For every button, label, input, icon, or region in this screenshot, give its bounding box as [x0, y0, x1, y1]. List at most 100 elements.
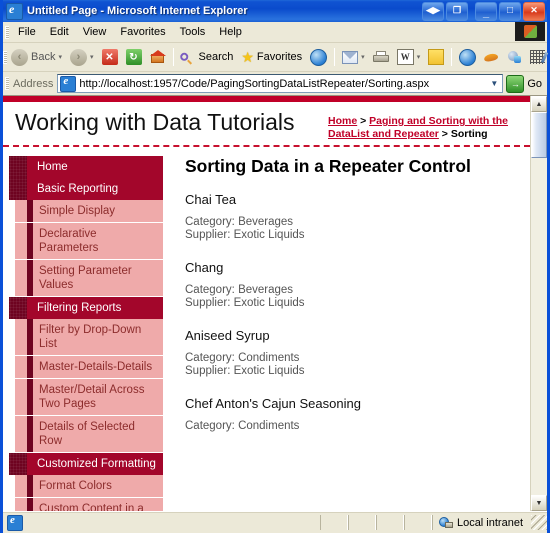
mail-button[interactable]: ▾ — [338, 45, 369, 69]
product-name: Aniseed Syrup — [185, 328, 270, 343]
sidebar-item-setting-parameter-values[interactable]: Setting Parameter Values — [3, 260, 163, 297]
history-button[interactable] — [306, 45, 331, 69]
product-category-value: Beverages — [238, 216, 294, 228]
status-cell-3 — [375, 515, 404, 530]
sidebar-item-filtering-reports[interactable]: Filtering Reports — [9, 297, 163, 319]
stop-button[interactable]: ✕ — [98, 45, 122, 69]
breadcrumb-sep-1: > — [357, 115, 370, 127]
security-zone[interactable]: Local intranet — [431, 515, 529, 530]
minimize-icon: _ — [482, 6, 490, 19]
breadcrumb-sep-2: > — [438, 128, 451, 140]
refresh-button[interactable]: ↻ — [122, 45, 146, 69]
product-meta: Category: Condiments Supplier: Exotic Li… — [185, 352, 516, 378]
resize-grip[interactable] — [531, 515, 547, 530]
product-supplier-label: Supplier: — [185, 297, 231, 309]
close-button[interactable]: ✕ — [523, 1, 545, 21]
printer-icon — [372, 50, 389, 64]
sidebar-group-customized-formatting: Customized Formatting Format Colors Cust… — [3, 453, 163, 511]
forward-dropdown-icon[interactable]: ▾ — [90, 53, 94, 61]
menu-item-edit[interactable]: Edit — [43, 24, 76, 40]
search-icon — [177, 46, 198, 67]
notes-button[interactable] — [424, 45, 448, 69]
sidebar-item-filter-by-drop-down-list[interactable]: Filter by Drop-Down List — [3, 319, 163, 356]
back-label: Back — [31, 51, 56, 63]
menu-item-favorites[interactable]: Favorites — [113, 24, 172, 40]
maximize-button[interactable]: □ — [499, 1, 521, 21]
product-name: Chai Tea — [185, 192, 237, 207]
restore-window-icon: ❐ — [452, 4, 462, 15]
sidebar-item-format-colors[interactable]: Format Colors — [3, 475, 163, 498]
sidebar-item-master-detail-across-two-pages[interactable]: Master/Detail Across Two Pages — [3, 379, 163, 416]
back-button[interactable]: ‹ Back ▾ — [7, 45, 66, 69]
toolbar-separator-2 — [334, 48, 336, 66]
msn-globe-button[interactable] — [455, 45, 480, 69]
product-supplier-value: Exotic Liquids — [233, 297, 305, 309]
msn-button[interactable] — [480, 45, 503, 69]
product-supplier-value: Exotic Liquids — [233, 365, 305, 377]
favorites-label: Favorites — [256, 51, 303, 63]
favorites-button[interactable]: ★ Favorites — [237, 45, 306, 69]
menu-item-help[interactable]: Help — [212, 24, 249, 40]
scroll-up-button[interactable]: ▲ — [531, 96, 547, 112]
menu-item-file[interactable]: File — [11, 24, 43, 40]
vertical-scrollbar[interactable]: ▲ ▼ — [530, 96, 547, 511]
restore-group-button[interactable]: ◀▶ — [422, 1, 444, 21]
sidebar-item-declarative-parameters[interactable]: Declarative Parameters — [3, 223, 163, 260]
page-title: Working with Data Tutorials — [15, 109, 295, 135]
notes-icon — [428, 49, 445, 65]
home-button[interactable] — [146, 45, 170, 69]
address-url-text: http://localhost:1957/Code/PagingSorting… — [79, 77, 430, 90]
discuss-button[interactable] — [526, 45, 549, 69]
go-button[interactable]: → Go — [503, 74, 547, 93]
breadcrumb-link-home[interactable]: Home — [328, 115, 357, 127]
restore-group-icon: ◀▶ — [426, 4, 440, 15]
edit-word-button[interactable]: W ▾ — [393, 45, 425, 69]
ie-logo-icon — [6, 2, 23, 20]
mail-icon — [342, 50, 359, 64]
sidebar-item-basic-reporting[interactable]: Basic Reporting — [9, 178, 163, 200]
browser-window: Untitled Page - Microsoft Internet Explo… — [0, 0, 550, 533]
scrollbar-thumb[interactable] — [531, 112, 547, 158]
product-category-label: Category: — [185, 284, 235, 296]
sidebar-item-simple-display[interactable]: Simple Display — [3, 200, 163, 223]
sidebar-item-home[interactable]: Home — [9, 156, 163, 178]
product-item: Chang Category: Beverages Supplier: Exot… — [185, 260, 516, 310]
scrollbar-track[interactable] — [531, 158, 547, 495]
product-item: Chef Anton's Cajun Seasoning Category: C… — [185, 396, 516, 433]
product-meta: Category: Beverages Supplier: Exotic Liq… — [185, 284, 516, 310]
sidebar-item-master-details-details[interactable]: Master-Details-Details — [3, 356, 163, 379]
menu-bar-grip[interactable] — [3, 22, 11, 42]
window-controls: ◀▶ ❐ _ □ ✕ — [422, 1, 545, 21]
home-icon — [149, 49, 166, 65]
sidebar-item-details-of-selected-row[interactable]: Details of Selected Row — [3, 416, 163, 453]
refresh-icon: ↻ — [125, 49, 142, 65]
forward-button[interactable]: › ▾ — [66, 45, 98, 69]
discuss-icon — [530, 50, 546, 64]
address-dropdown-icon[interactable]: ▼ — [486, 75, 502, 92]
menu-item-view[interactable]: View — [76, 24, 114, 40]
sidebar-item-customized-formatting[interactable]: Customized Formatting — [9, 453, 163, 475]
address-bar: Address http://localhost:1957/Code/Pagin… — [3, 72, 547, 96]
back-dropdown-icon[interactable]: ▾ — [58, 53, 62, 61]
print-button[interactable] — [369, 45, 393, 69]
search-button[interactable]: Search — [177, 45, 238, 69]
back-arrow-icon: ‹ — [11, 48, 28, 66]
menu-item-tools[interactable]: Tools — [173, 24, 213, 40]
minimize-button[interactable]: _ — [475, 1, 497, 21]
restore-window-button[interactable]: ❐ — [446, 1, 468, 21]
address-bar-grip[interactable] — [3, 72, 11, 95]
page-icon — [60, 75, 77, 92]
address-input[interactable]: http://localhost:1957/Code/PagingSorting… — [57, 74, 504, 93]
address-label: Address — [13, 77, 54, 90]
messenger-button[interactable] — [503, 45, 526, 69]
edit-dropdown-icon[interactable]: ▾ — [417, 53, 421, 61]
mail-dropdown-icon[interactable]: ▾ — [361, 53, 365, 61]
sidebar-group-filtering-reports: Filtering Reports Filter by Drop-Down Li… — [3, 297, 163, 453]
sidebar-group-basic-reporting: Basic Reporting Simple Display Declarati… — [3, 178, 163, 297]
sidebar-item-custom-content[interactable]: Custom Content in a — [3, 498, 163, 511]
status-bar: Local intranet — [3, 511, 547, 533]
content-heading: Sorting Data in a Repeater Control — [185, 156, 471, 176]
product-item: Aniseed Syrup Category: Condiments Suppl… — [185, 328, 516, 378]
breadcrumb-current: Sorting — [450, 128, 488, 140]
scroll-down-button[interactable]: ▼ — [531, 495, 547, 511]
